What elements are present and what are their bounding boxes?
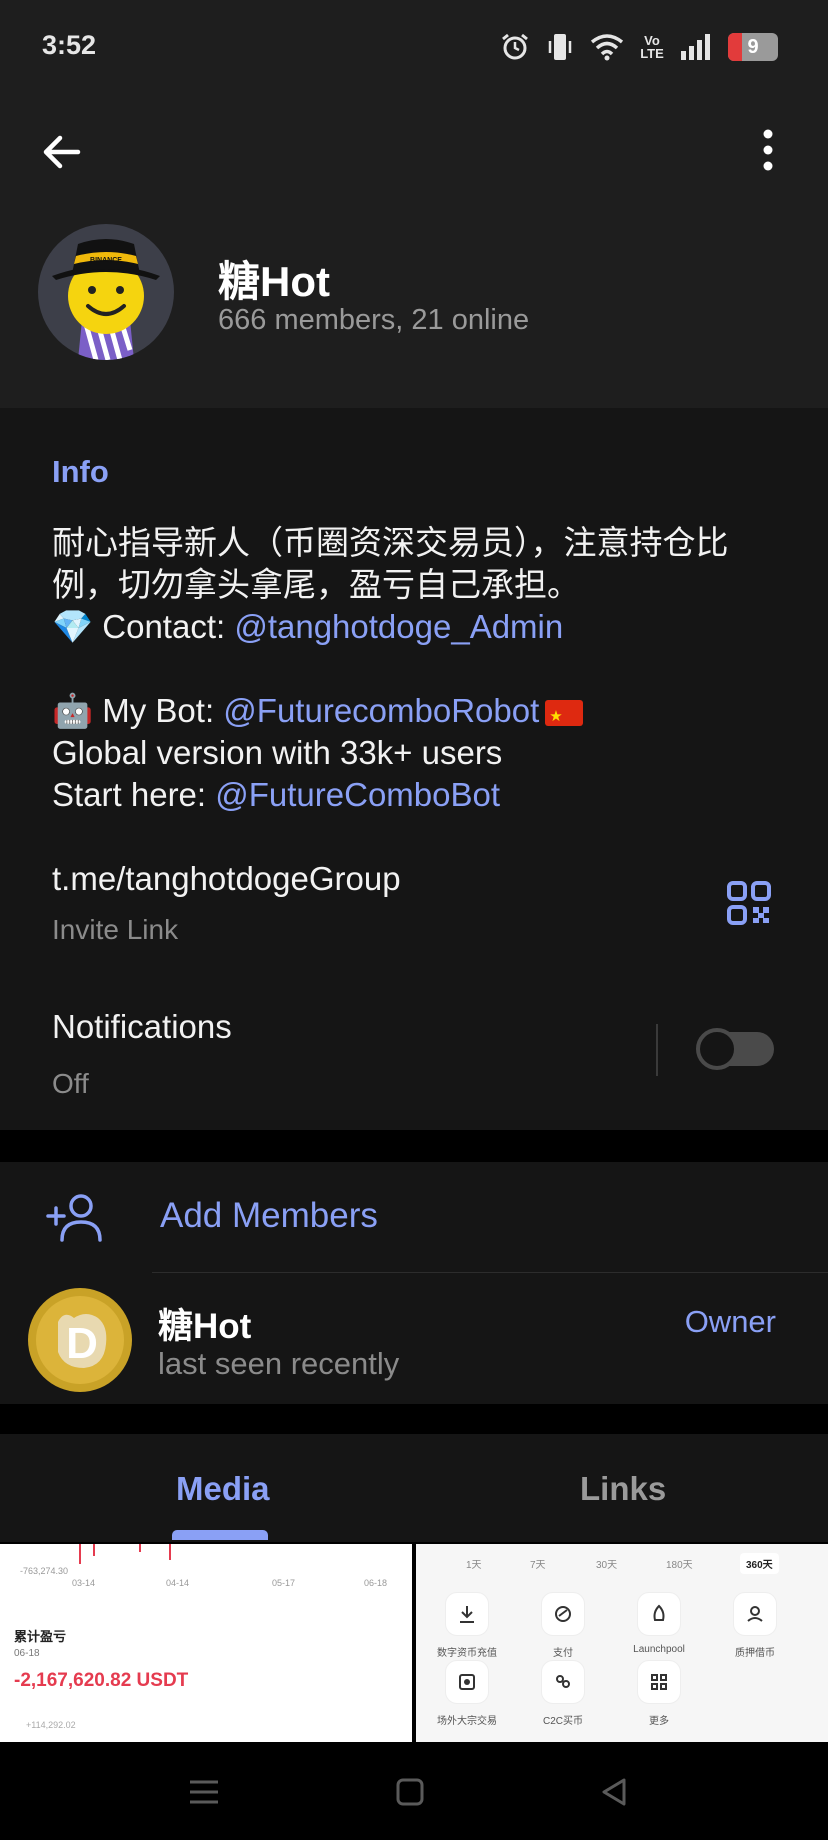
contact-prefix: 💎 Contact: (52, 608, 235, 645)
group-title: 糖Hot (218, 258, 330, 305)
avatar-badge-text: BINANCE (90, 257, 122, 264)
contact-line: 💎 Contact: @tanghotdoge_Admin (52, 606, 792, 648)
c2c-icon (541, 1660, 585, 1704)
period-tab: 1天 (466, 1560, 482, 1571)
axis-date: 06-18 (364, 1578, 388, 1588)
invite-link[interactable]: t.me/tanghotdogeGroup (52, 860, 401, 898)
status-time: 3:52 (42, 30, 97, 60)
feature-item: Launchpool (624, 1592, 694, 1655)
vibrate-icon (548, 34, 572, 60)
qr-code-icon[interactable] (726, 880, 772, 926)
member-role-badge: Owner (684, 1304, 776, 1339)
axis-value: -763,274.30 (20, 1566, 69, 1576)
status-icons: Vo LTE 9 (500, 30, 778, 64)
invite-link-label: Invite Link (52, 914, 179, 945)
axis-date: 03-14 (72, 1578, 96, 1588)
back-nav-icon[interactable] (596, 1774, 632, 1810)
feature-item: 数字资币充值 (432, 1592, 502, 1659)
feature-item: 更多 (624, 1660, 694, 1727)
axis-date: 04-14 (166, 1578, 190, 1588)
more-grid-icon (637, 1660, 681, 1704)
group-avatar[interactable]: BINANCE (38, 224, 174, 360)
chat-header: BINANCE 糖Hot 666 members, 21 online (0, 92, 828, 408)
notifications-label[interactable]: Notifications (52, 1008, 232, 1046)
start-bot-link[interactable]: @FutureComboBot (215, 776, 500, 813)
start-prefix: Start here: (52, 776, 216, 813)
pay-icon (541, 1592, 585, 1636)
feature-item: 场外大宗交易 (432, 1660, 502, 1727)
loan-icon (733, 1592, 777, 1636)
period-tab: 180天 (666, 1560, 693, 1571)
global-version-line: Global version with 33k+ users (52, 734, 503, 771)
otc-icon (445, 1660, 489, 1704)
member-last-seen: last seen recently (158, 1346, 400, 1381)
feature-item: 支付 (528, 1592, 598, 1659)
add-member-icon[interactable] (46, 1192, 104, 1242)
notifications-value: Off (52, 1068, 89, 1099)
cumulative-pnl-title: 累计盈亏 (14, 1629, 67, 1644)
pnl-axis-low: +114,292.02 (26, 1720, 76, 1730)
toggle-knob (696, 1028, 738, 1070)
alarm-icon (502, 33, 528, 60)
back-arrow-icon[interactable] (38, 128, 86, 176)
volte-icon: Vo LTE (640, 33, 664, 61)
add-members-button[interactable]: Add Members (160, 1196, 378, 1236)
group-description: 耐心指导新人（币圈资深交易员），注意持仓比例，切勿拿头拿尾，盈亏自己承担。 💎 … (52, 522, 792, 816)
pnl-date: 06-18 (14, 1648, 40, 1659)
system-nav-bar (0, 1742, 828, 1840)
notifications-toggle[interactable] (696, 1028, 774, 1070)
tab-links[interactable]: Links (580, 1470, 666, 1508)
contact-admin-link[interactable]: @tanghotdoge_Admin (234, 608, 563, 645)
vertical-divider (656, 1024, 658, 1076)
media-thumbnail[interactable]: -763,274.30 03-14 04-14 05-17 06-18 累计盈亏… (0, 1544, 412, 1742)
feature-item: 质押借币 (720, 1592, 790, 1659)
member-avatar[interactable]: D (28, 1288, 132, 1392)
china-flag-icon (545, 696, 584, 738)
member-name[interactable]: 糖Hot (158, 1298, 251, 1349)
recents-icon[interactable] (186, 1774, 222, 1810)
status-bar: 3:52 Vo LTE 9 (0, 0, 828, 92)
info-section: Info 耐心指导新人（币圈资深交易员），注意持仓比例，切勿拿头拿尾，盈亏自己承… (0, 408, 828, 1130)
period-tab: 30天 (596, 1560, 618, 1571)
media-thumbnail[interactable]: 1天 7天 30天 180天 360天 数字资币充值 支付 Launchpool (416, 1544, 828, 1742)
description-text: 耐心指导新人（币圈资深交易员），注意持仓比例，切勿拿头拿尾，盈亏自己承担。 (52, 524, 729, 603)
bot-link[interactable]: @FuturecomboRobot (223, 692, 539, 729)
member-divider (152, 1272, 828, 1273)
battery-level: 9 (747, 36, 759, 58)
feature-item: C2C买币 (528, 1660, 598, 1727)
period-tab: 7天 (530, 1560, 546, 1571)
doge-coin-image: D (30, 1290, 130, 1390)
info-section-title: Info (52, 454, 109, 489)
wifi-icon (590, 34, 624, 61)
axis-date: 05-17 (272, 1578, 296, 1588)
period-tab-selected: 360天 (740, 1553, 779, 1574)
tab-media[interactable]: Media (176, 1470, 270, 1508)
svg-text:D: D (66, 1319, 98, 1368)
more-vert-icon[interactable] (756, 124, 780, 176)
start-line: Start here: @FutureComboBot (52, 774, 792, 816)
rocket-icon (637, 1592, 681, 1636)
media-grid: -763,274.30 03-14 04-14 05-17 06-18 累计盈亏… (0, 1542, 828, 1742)
smiley-hat-image: BINANCE (52, 239, 160, 360)
download-icon (445, 1592, 489, 1636)
members-section: Add Members D 糖Hot last seen recently Ow… (0, 1162, 828, 1404)
shared-media-tabs: Media Links (0, 1434, 828, 1542)
tab-indicator (172, 1530, 268, 1540)
group-member-count: 666 members, 21 online (218, 304, 530, 336)
pnl-value: -2,167,620.82 USDT (14, 1670, 189, 1691)
bot-prefix: 🤖 My Bot: (52, 692, 224, 729)
bot-line: 🤖 My Bot: @FuturecomboRobot (52, 690, 792, 738)
home-icon[interactable] (392, 1774, 428, 1810)
battery-icon: 9 (728, 33, 778, 61)
signal-icon (681, 34, 710, 60)
